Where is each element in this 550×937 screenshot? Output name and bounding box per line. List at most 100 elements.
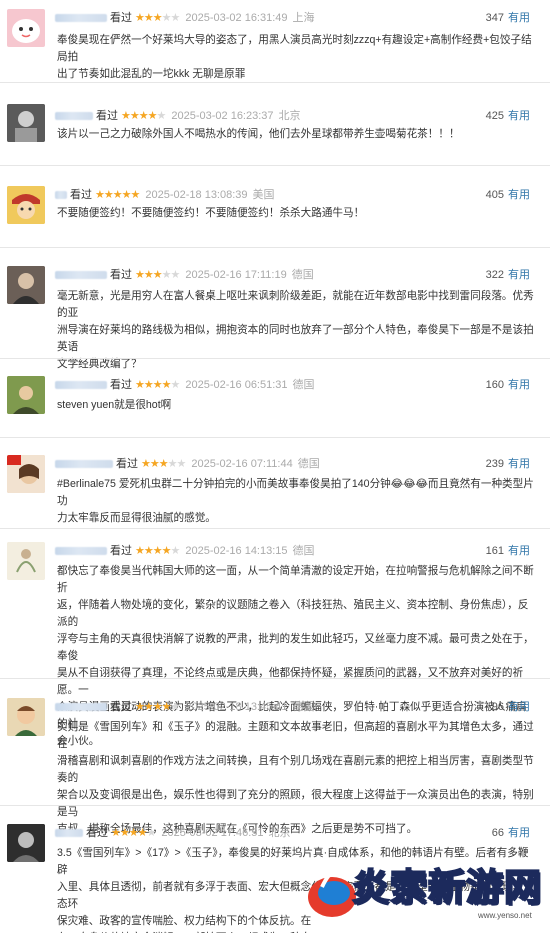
star-icon: ★ bbox=[135, 269, 145, 281]
username[interactable] bbox=[55, 191, 67, 200]
useful-vote: 405 有用 bbox=[486, 186, 530, 204]
watch-status: 看过 bbox=[110, 545, 132, 557]
star-icon: ★ bbox=[167, 458, 178, 470]
avatar[interactable] bbox=[7, 455, 45, 493]
rating-stars: ★★★★★ bbox=[141, 458, 186, 470]
username[interactable] bbox=[55, 703, 107, 712]
vote-count: 161 bbox=[485, 545, 504, 557]
avatar[interactable] bbox=[7, 698, 45, 736]
vote-count: 96 bbox=[491, 701, 504, 713]
avatar[interactable] bbox=[7, 542, 45, 580]
star-icon: ★ bbox=[141, 458, 151, 470]
review-location: 上海 bbox=[292, 12, 315, 24]
star-icon: ★ bbox=[121, 189, 132, 201]
star-icon: ★ bbox=[129, 110, 140, 122]
username[interactable] bbox=[55, 547, 107, 556]
avatar[interactable] bbox=[7, 376, 45, 414]
review-location: 北京 bbox=[278, 110, 301, 122]
useful-button[interactable]: 有用 bbox=[508, 189, 530, 201]
review-content: steven yuen就是很hot啊 bbox=[57, 399, 172, 411]
star-icon: ★ bbox=[128, 827, 139, 839]
rating-stars: ★★★★★ bbox=[121, 110, 167, 122]
username[interactable] bbox=[55, 271, 107, 280]
username[interactable] bbox=[55, 829, 83, 838]
useful-button[interactable]: 有用 bbox=[508, 12, 530, 24]
review-content: #Berlinale75 爱死机虫群二十分钟拍完的小而美故事奉俊昊拍了140分钟… bbox=[57, 478, 534, 524]
star-icon: ★ bbox=[161, 12, 172, 24]
review-meta: 看过 ★★★★★ 2025-02-16 07:11:44 德国 bbox=[55, 455, 320, 473]
star-icon: ★ bbox=[158, 458, 169, 470]
review-time: 2025-02-16 06:51:31 bbox=[185, 379, 288, 391]
review-content: 不要随便签约！不要随便签约！不要随便签约！杀杀大路通牛马！ bbox=[57, 207, 365, 219]
star-icon: ★ bbox=[152, 545, 163, 557]
rating-stars: ★★★★★ bbox=[135, 545, 181, 557]
review-time: 2025-02-16 14:13:15 bbox=[185, 545, 288, 557]
avatar[interactable] bbox=[7, 266, 45, 304]
rating-stars: ★★★★★ bbox=[95, 189, 141, 201]
review-location: 德国 bbox=[297, 458, 320, 470]
star-icon: ★ bbox=[121, 110, 131, 122]
review-location: 美国 bbox=[252, 189, 275, 201]
avatar[interactable] bbox=[7, 104, 45, 142]
divider bbox=[0, 82, 550, 83]
useful-button[interactable]: 有用 bbox=[508, 827, 530, 839]
review-meta: 看过 ★★★★★ 2025-03-02 16:31:49 上海 bbox=[55, 9, 315, 27]
useful-button[interactable]: 有用 bbox=[508, 545, 530, 557]
useful-button[interactable]: 有用 bbox=[508, 110, 530, 122]
useful-button[interactable]: 有用 bbox=[508, 379, 530, 391]
useful-vote: 425 有用 bbox=[486, 107, 530, 125]
star-icon: ★ bbox=[161, 269, 172, 281]
review-time: 2025-03-02 16:31:49 bbox=[185, 12, 288, 24]
watch-status: 看过 bbox=[110, 379, 132, 391]
rating-stars: ★★★★★ bbox=[135, 269, 180, 281]
watch-status: 看过 bbox=[86, 827, 108, 839]
username[interactable] bbox=[55, 14, 107, 23]
vote-count: 322 bbox=[485, 269, 504, 281]
review-location: 德国 bbox=[292, 701, 315, 713]
useful-button[interactable]: 有用 bbox=[508, 701, 530, 713]
star-icon: ★ bbox=[112, 189, 123, 201]
avatar[interactable] bbox=[7, 186, 45, 224]
useful-vote: 239 有用 bbox=[486, 455, 530, 473]
rating-stars: ★★★★★ bbox=[135, 12, 181, 24]
star-icon: ★ bbox=[149, 458, 160, 470]
useful-vote: 161 有用 bbox=[486, 542, 530, 560]
useful-button[interactable]: 有用 bbox=[508, 458, 530, 470]
watch-status: 看过 bbox=[110, 12, 132, 24]
star-icon: ★ bbox=[143, 701, 154, 713]
review-meta: 看过 ★★★★★ 2025-02-16 06:51:31 德国 bbox=[55, 376, 315, 394]
avatar[interactable] bbox=[7, 9, 45, 47]
divider bbox=[0, 358, 550, 359]
review-time: 2025-03-02 16:23:37 bbox=[171, 110, 274, 122]
avatar[interactable] bbox=[7, 824, 45, 862]
star-icon: ★ bbox=[156, 110, 167, 122]
review-meta: 看过 ★★★★★ 2025-03-02 17:46:51 北京 bbox=[55, 824, 291, 842]
watch-status: 看过 bbox=[110, 701, 132, 713]
star-icon: ★ bbox=[170, 12, 181, 24]
watch-status: 看过 bbox=[96, 110, 118, 122]
review-location: 德国 bbox=[291, 269, 314, 281]
star-icon: ★ bbox=[130, 189, 141, 201]
username[interactable] bbox=[55, 381, 107, 390]
star-icon: ★ bbox=[138, 110, 149, 122]
star-icon: ★ bbox=[111, 827, 121, 839]
vote-count: 66 bbox=[491, 827, 504, 839]
useful-vote: 160 有用 bbox=[486, 376, 530, 394]
star-icon: ★ bbox=[170, 379, 181, 391]
divider bbox=[0, 805, 550, 806]
star-icon: ★ bbox=[143, 379, 154, 391]
username[interactable] bbox=[55, 460, 113, 469]
review-time: 2025-02-16 17:11:19 bbox=[185, 269, 287, 281]
vote-count: 425 bbox=[485, 110, 504, 122]
divider bbox=[0, 437, 550, 438]
star-icon: ★ bbox=[170, 545, 181, 557]
review-meta: 看过 ★★★★★ 2025-02-18 13:08:39 美国 bbox=[55, 186, 275, 204]
star-icon: ★ bbox=[161, 379, 172, 391]
username[interactable] bbox=[55, 112, 93, 121]
star-icon: ★ bbox=[152, 701, 163, 713]
review-time: 2025-03-02 17:46:51 bbox=[161, 827, 264, 839]
review-content: 该片以一己之力破除外国人不喝热水的传闻，他们去外星球都带养生壶喝菊花茶！！！ bbox=[57, 128, 460, 140]
star-icon: ★ bbox=[161, 701, 172, 713]
watch-status: 看过 bbox=[70, 189, 92, 201]
useful-button[interactable]: 有用 bbox=[508, 269, 530, 281]
